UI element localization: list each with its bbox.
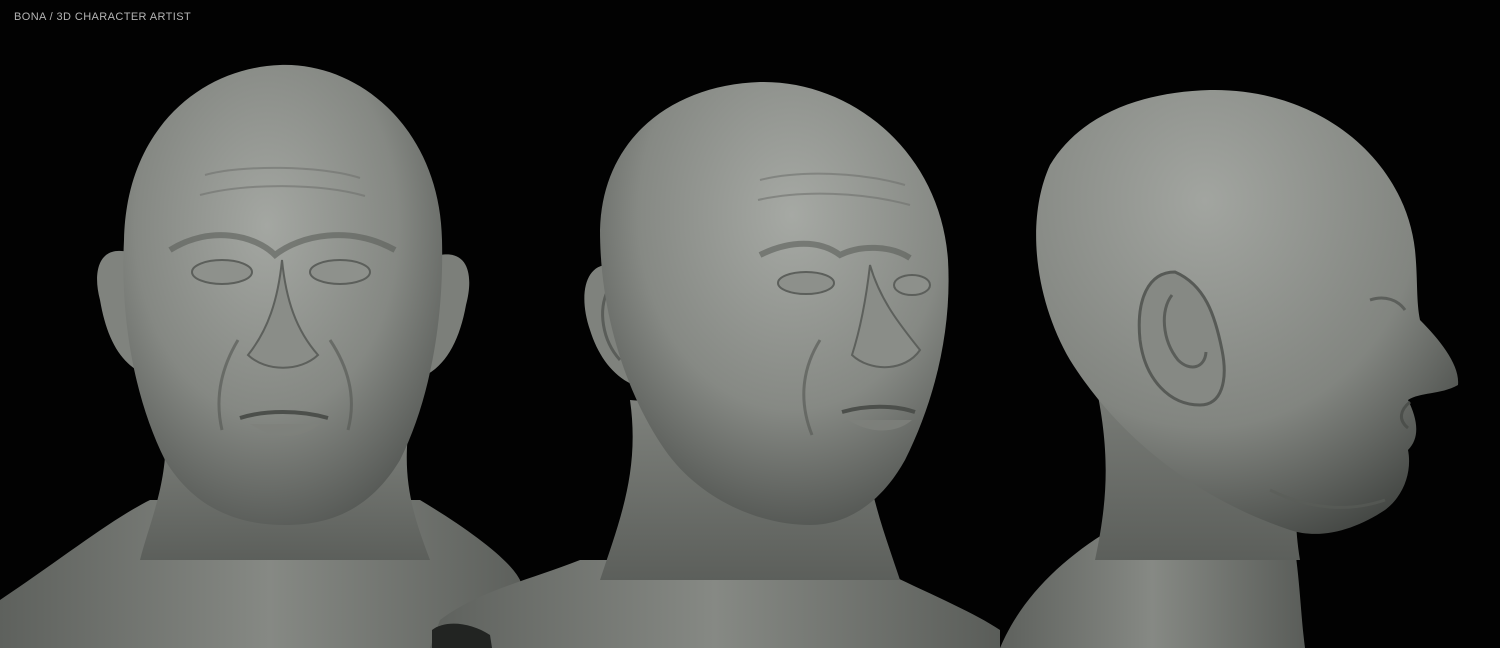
head-profile-view <box>1000 89 1459 648</box>
head-three-quarter-view <box>430 81 1000 648</box>
head-front-view <box>0 64 540 648</box>
sculpt-render <box>0 64 1459 648</box>
render-canvas: BONA / 3D CHARACTER ARTIST <box>0 0 1500 648</box>
